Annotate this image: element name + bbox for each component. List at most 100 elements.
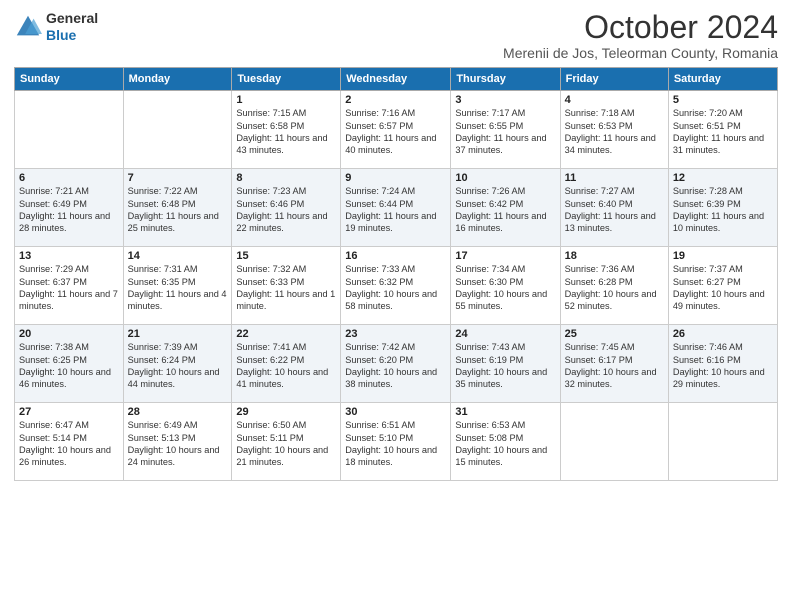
day-info: Sunrise: 6:47 AM Sunset: 5:14 PM Dayligh… xyxy=(19,419,119,469)
calendar-cell: 26Sunrise: 7:46 AM Sunset: 6:16 PM Dayli… xyxy=(668,325,777,403)
calendar-table: SundayMondayTuesdayWednesdayThursdayFrid… xyxy=(14,67,778,481)
day-info: Sunrise: 7:46 AM Sunset: 6:16 PM Dayligh… xyxy=(673,341,773,391)
calendar-week-row: 1Sunrise: 7:15 AM Sunset: 6:58 PM Daylig… xyxy=(15,91,778,169)
day-info: Sunrise: 7:23 AM Sunset: 6:46 PM Dayligh… xyxy=(236,185,336,235)
day-number: 9 xyxy=(345,172,446,184)
calendar-cell: 24Sunrise: 7:43 AM Sunset: 6:19 PM Dayli… xyxy=(451,325,560,403)
logo-general-text: General xyxy=(46,10,98,27)
calendar-cell: 3Sunrise: 7:17 AM Sunset: 6:55 PM Daylig… xyxy=(451,91,560,169)
calendar-cell xyxy=(123,91,232,169)
calendar-cell: 18Sunrise: 7:36 AM Sunset: 6:28 PM Dayli… xyxy=(560,247,668,325)
day-info: Sunrise: 6:51 AM Sunset: 5:10 PM Dayligh… xyxy=(345,419,446,469)
day-info: Sunrise: 7:16 AM Sunset: 6:57 PM Dayligh… xyxy=(345,107,446,157)
calendar-cell: 12Sunrise: 7:28 AM Sunset: 6:39 PM Dayli… xyxy=(668,169,777,247)
calendar-week-row: 27Sunrise: 6:47 AM Sunset: 5:14 PM Dayli… xyxy=(15,403,778,481)
calendar-cell: 6Sunrise: 7:21 AM Sunset: 6:49 PM Daylig… xyxy=(15,169,124,247)
calendar-cell: 29Sunrise: 6:50 AM Sunset: 5:11 PM Dayli… xyxy=(232,403,341,481)
day-number: 5 xyxy=(673,94,773,106)
logo-icon xyxy=(14,13,42,41)
day-number: 21 xyxy=(128,328,228,340)
day-number: 25 xyxy=(565,328,664,340)
day-info: Sunrise: 7:32 AM Sunset: 6:33 PM Dayligh… xyxy=(236,263,336,313)
day-number: 1 xyxy=(236,94,336,106)
calendar-day-header: Tuesday xyxy=(232,68,341,91)
day-info: Sunrise: 7:31 AM Sunset: 6:35 PM Dayligh… xyxy=(128,263,228,313)
calendar-header-row: SundayMondayTuesdayWednesdayThursdayFrid… xyxy=(15,68,778,91)
calendar-cell: 8Sunrise: 7:23 AM Sunset: 6:46 PM Daylig… xyxy=(232,169,341,247)
day-info: Sunrise: 7:20 AM Sunset: 6:51 PM Dayligh… xyxy=(673,107,773,157)
calendar-cell: 2Sunrise: 7:16 AM Sunset: 6:57 PM Daylig… xyxy=(341,91,451,169)
day-info: Sunrise: 7:17 AM Sunset: 6:55 PM Dayligh… xyxy=(455,107,555,157)
day-info: Sunrise: 7:34 AM Sunset: 6:30 PM Dayligh… xyxy=(455,263,555,313)
calendar-cell: 21Sunrise: 7:39 AM Sunset: 6:24 PM Dayli… xyxy=(123,325,232,403)
calendar-cell: 4Sunrise: 7:18 AM Sunset: 6:53 PM Daylig… xyxy=(560,91,668,169)
day-number: 12 xyxy=(673,172,773,184)
calendar-cell: 11Sunrise: 7:27 AM Sunset: 6:40 PM Dayli… xyxy=(560,169,668,247)
logo: General Blue xyxy=(14,10,98,44)
day-info: Sunrise: 7:42 AM Sunset: 6:20 PM Dayligh… xyxy=(345,341,446,391)
day-info: Sunrise: 7:37 AM Sunset: 6:27 PM Dayligh… xyxy=(673,263,773,313)
day-number: 15 xyxy=(236,250,336,262)
calendar-cell: 10Sunrise: 7:26 AM Sunset: 6:42 PM Dayli… xyxy=(451,169,560,247)
day-number: 2 xyxy=(345,94,446,106)
day-number: 19 xyxy=(673,250,773,262)
day-number: 20 xyxy=(19,328,119,340)
day-number: 31 xyxy=(455,406,555,418)
day-info: Sunrise: 6:50 AM Sunset: 5:11 PM Dayligh… xyxy=(236,419,336,469)
calendar-week-row: 20Sunrise: 7:38 AM Sunset: 6:25 PM Dayli… xyxy=(15,325,778,403)
day-number: 22 xyxy=(236,328,336,340)
calendar-cell: 1Sunrise: 7:15 AM Sunset: 6:58 PM Daylig… xyxy=(232,91,341,169)
day-info: Sunrise: 7:41 AM Sunset: 6:22 PM Dayligh… xyxy=(236,341,336,391)
location-subtitle: Merenii de Jos, Teleorman County, Romani… xyxy=(503,45,778,61)
day-number: 4 xyxy=(565,94,664,106)
calendar-day-header: Friday xyxy=(560,68,668,91)
day-info: Sunrise: 7:21 AM Sunset: 6:49 PM Dayligh… xyxy=(19,185,119,235)
calendar-cell: 19Sunrise: 7:37 AM Sunset: 6:27 PM Dayli… xyxy=(668,247,777,325)
day-number: 10 xyxy=(455,172,555,184)
day-number: 14 xyxy=(128,250,228,262)
calendar-cell: 30Sunrise: 6:51 AM Sunset: 5:10 PM Dayli… xyxy=(341,403,451,481)
day-info: Sunrise: 7:38 AM Sunset: 6:25 PM Dayligh… xyxy=(19,341,119,391)
day-number: 17 xyxy=(455,250,555,262)
day-info: Sunrise: 7:15 AM Sunset: 6:58 PM Dayligh… xyxy=(236,107,336,157)
calendar-week-row: 13Sunrise: 7:29 AM Sunset: 6:37 PM Dayli… xyxy=(15,247,778,325)
day-number: 3 xyxy=(455,94,555,106)
calendar-cell: 9Sunrise: 7:24 AM Sunset: 6:44 PM Daylig… xyxy=(341,169,451,247)
calendar-day-header: Sunday xyxy=(15,68,124,91)
day-info: Sunrise: 7:28 AM Sunset: 6:39 PM Dayligh… xyxy=(673,185,773,235)
calendar-cell: 17Sunrise: 7:34 AM Sunset: 6:30 PM Dayli… xyxy=(451,247,560,325)
calendar-cell: 7Sunrise: 7:22 AM Sunset: 6:48 PM Daylig… xyxy=(123,169,232,247)
calendar-cell: 5Sunrise: 7:20 AM Sunset: 6:51 PM Daylig… xyxy=(668,91,777,169)
day-info: Sunrise: 7:24 AM Sunset: 6:44 PM Dayligh… xyxy=(345,185,446,235)
calendar-cell: 20Sunrise: 7:38 AM Sunset: 6:25 PM Dayli… xyxy=(15,325,124,403)
day-number: 30 xyxy=(345,406,446,418)
day-info: Sunrise: 7:27 AM Sunset: 6:40 PM Dayligh… xyxy=(565,185,664,235)
calendar-cell xyxy=(15,91,124,169)
day-number: 29 xyxy=(236,406,336,418)
day-number: 26 xyxy=(673,328,773,340)
calendar-cell: 27Sunrise: 6:47 AM Sunset: 5:14 PM Dayli… xyxy=(15,403,124,481)
calendar-cell: 15Sunrise: 7:32 AM Sunset: 6:33 PM Dayli… xyxy=(232,247,341,325)
calendar-cell: 14Sunrise: 7:31 AM Sunset: 6:35 PM Dayli… xyxy=(123,247,232,325)
day-number: 23 xyxy=(345,328,446,340)
day-number: 8 xyxy=(236,172,336,184)
calendar-cell xyxy=(668,403,777,481)
day-info: Sunrise: 7:18 AM Sunset: 6:53 PM Dayligh… xyxy=(565,107,664,157)
calendar-week-row: 6Sunrise: 7:21 AM Sunset: 6:49 PM Daylig… xyxy=(15,169,778,247)
calendar-cell: 16Sunrise: 7:33 AM Sunset: 6:32 PM Dayli… xyxy=(341,247,451,325)
day-info: Sunrise: 7:39 AM Sunset: 6:24 PM Dayligh… xyxy=(128,341,228,391)
day-info: Sunrise: 7:22 AM Sunset: 6:48 PM Dayligh… xyxy=(128,185,228,235)
calendar-cell: 25Sunrise: 7:45 AM Sunset: 6:17 PM Dayli… xyxy=(560,325,668,403)
month-title: October 2024 xyxy=(503,10,778,45)
day-info: Sunrise: 7:29 AM Sunset: 6:37 PM Dayligh… xyxy=(19,263,119,313)
header-right: October 2024 Merenii de Jos, Teleorman C… xyxy=(503,10,778,61)
calendar-cell xyxy=(560,403,668,481)
day-number: 27 xyxy=(19,406,119,418)
page-header: General Blue October 2024 Merenii de Jos… xyxy=(14,10,778,61)
day-number: 24 xyxy=(455,328,555,340)
logo-blue-text: Blue xyxy=(46,27,98,44)
calendar-cell: 23Sunrise: 7:42 AM Sunset: 6:20 PM Dayli… xyxy=(341,325,451,403)
day-info: Sunrise: 7:43 AM Sunset: 6:19 PM Dayligh… xyxy=(455,341,555,391)
calendar-cell: 22Sunrise: 7:41 AM Sunset: 6:22 PM Dayli… xyxy=(232,325,341,403)
day-number: 7 xyxy=(128,172,228,184)
